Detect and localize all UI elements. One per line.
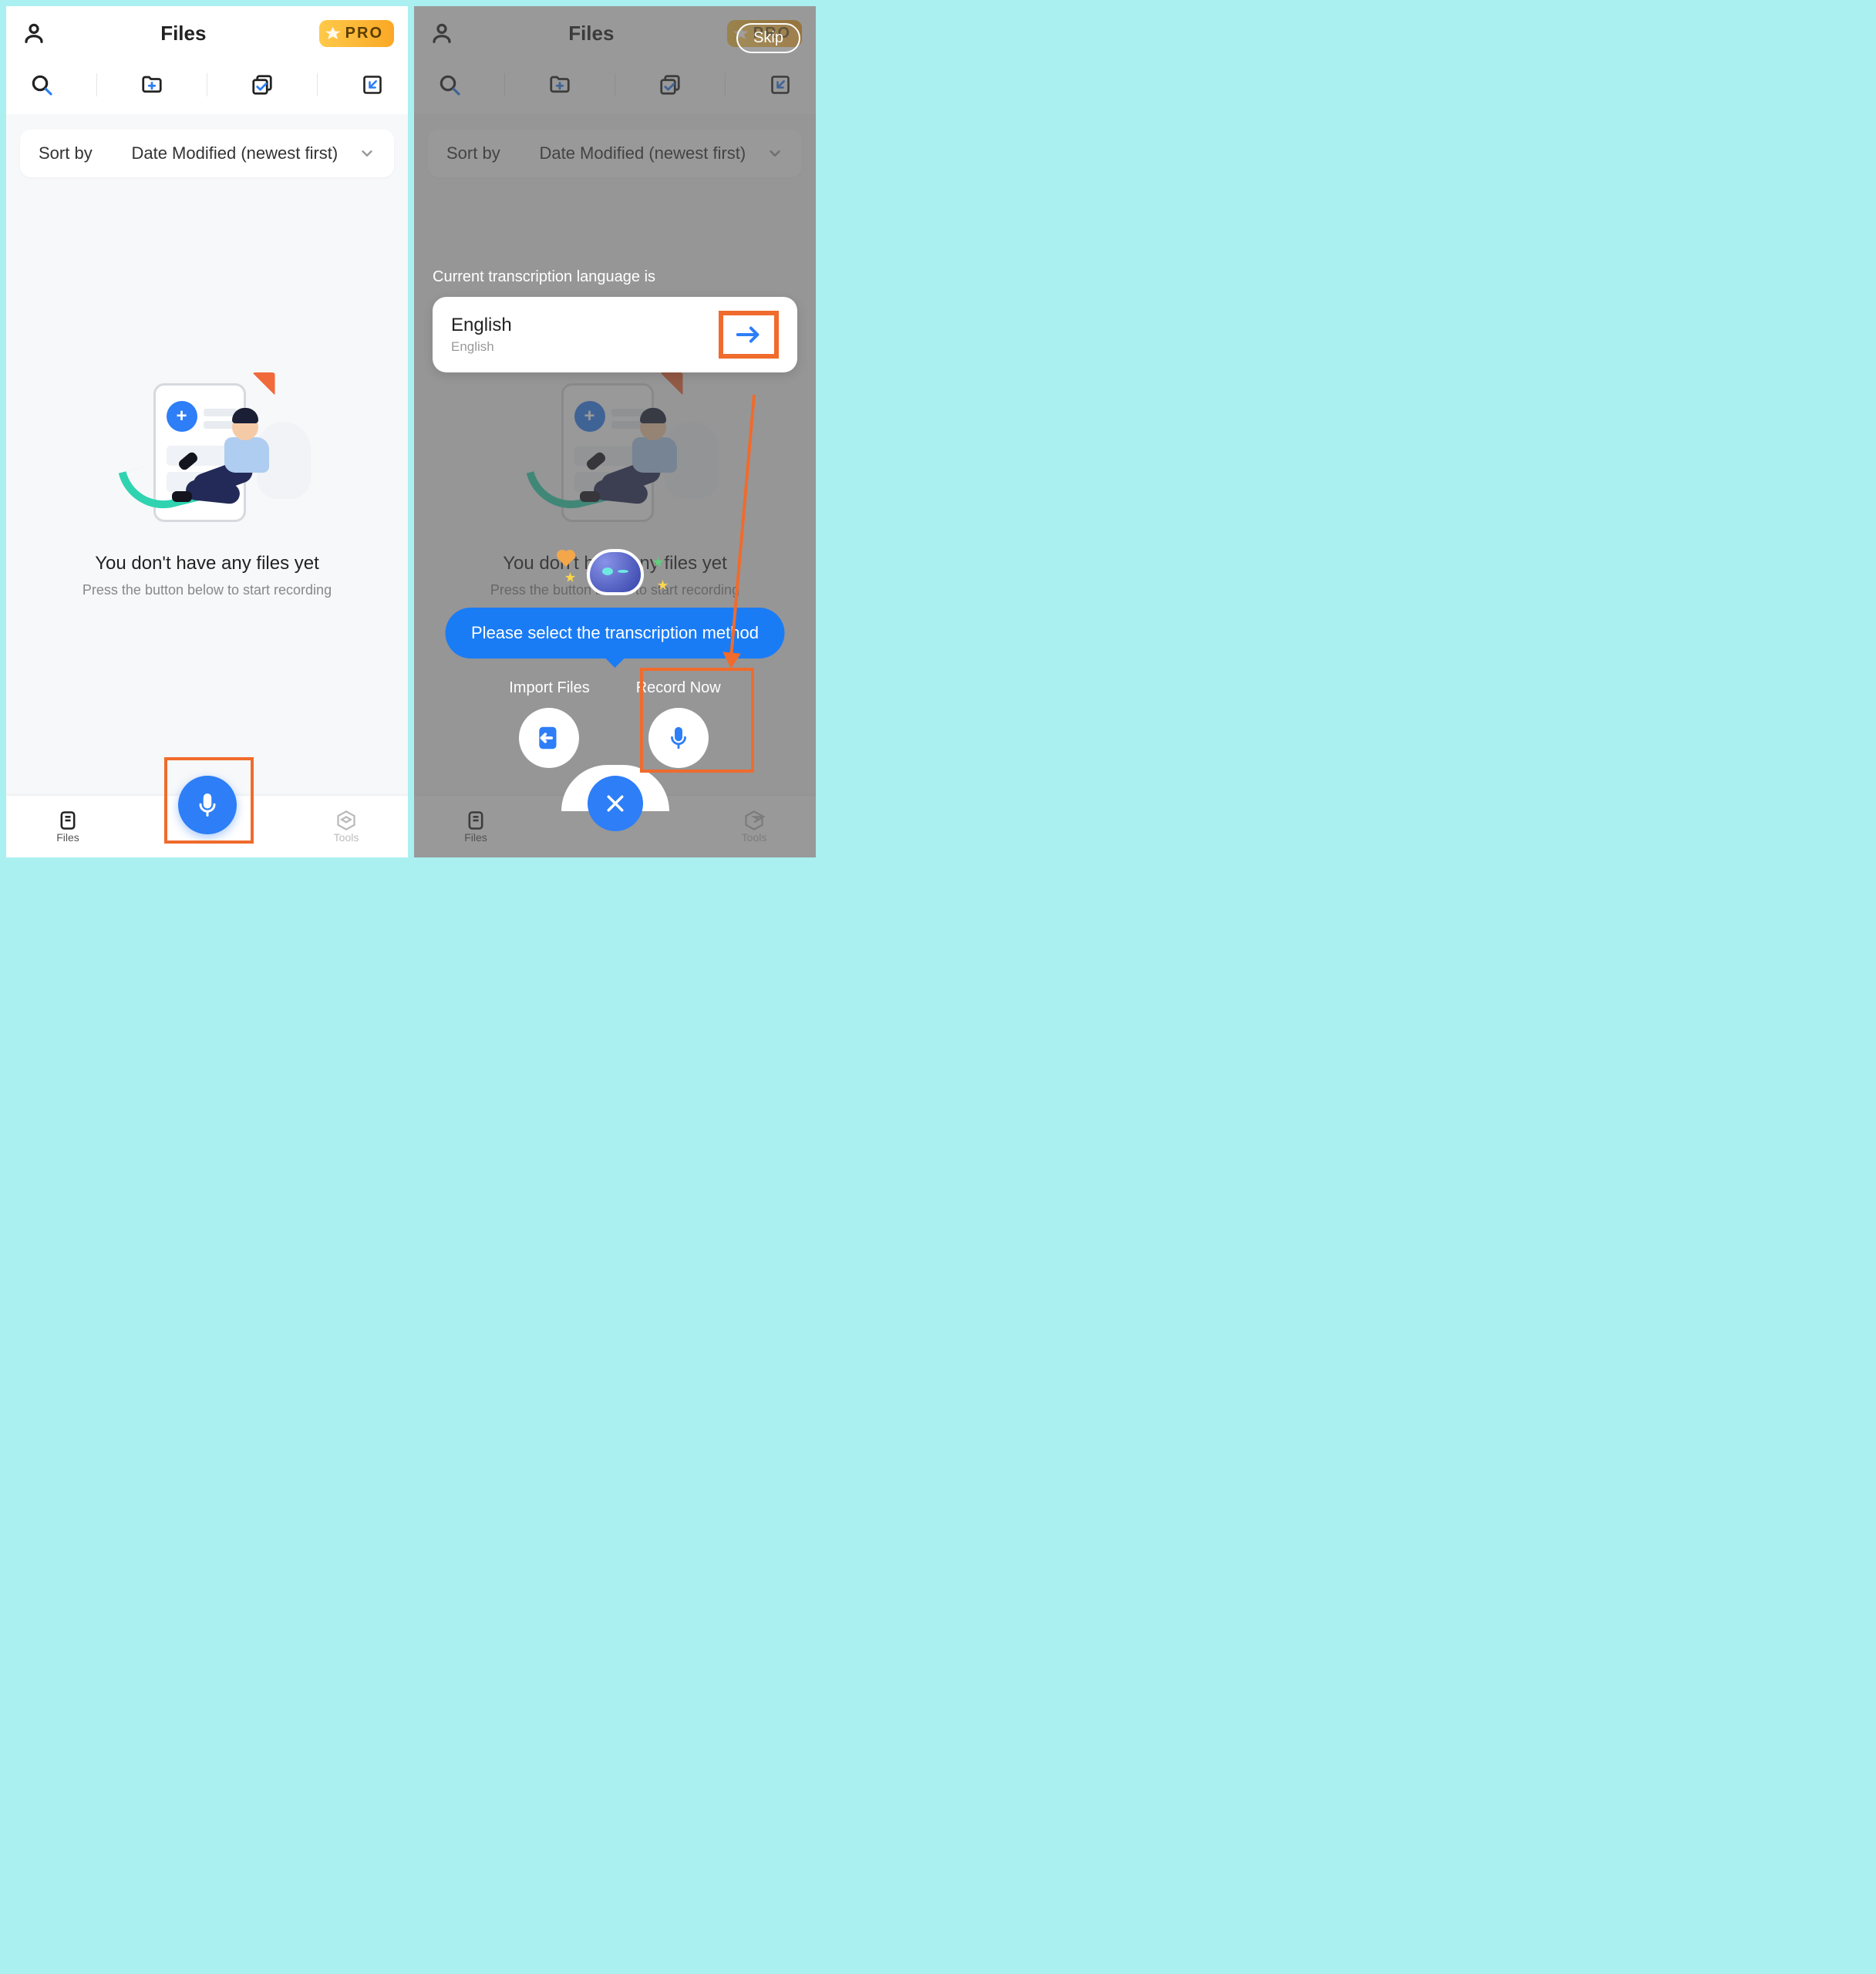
annotation-language-highlight: [719, 311, 779, 359]
empty-subtitle: Press the button below to start recordin…: [83, 582, 332, 598]
empty-title: You don't have any files yet: [95, 553, 319, 574]
pro-badge[interactable]: PRO: [319, 20, 394, 47]
language-sub: English: [451, 339, 719, 355]
close-button[interactable]: [588, 776, 643, 831]
nav-tools-label: Tools: [334, 831, 359, 844]
empty-illustration: +: [107, 376, 308, 530]
screen-left: Files PRO Sort by Date Modified (newest …: [6, 6, 408, 857]
nav-files[interactable]: Files: [37, 810, 99, 844]
new-folder-icon[interactable]: [136, 69, 167, 100]
import-files-label: Import Files: [509, 679, 589, 697]
sort-dropdown[interactable]: Sort by Date Modified (newest first): [20, 130, 394, 177]
search-icon[interactable]: [26, 69, 57, 100]
method-row: Import Files Record Now: [414, 679, 816, 768]
empty-state: + You don't have any files yet Press the…: [6, 177, 408, 796]
annotation-record-now-highlight: [640, 668, 754, 773]
topbar: Files PRO: [6, 6, 408, 60]
sort-label: Sort by: [39, 143, 93, 163]
divider: [317, 73, 318, 96]
language-heading: Current transcription language is: [433, 268, 797, 286]
sort-value: Date Modified (newest first): [111, 143, 359, 163]
chevron-down-icon: [359, 145, 376, 162]
import-files-option[interactable]: Import Files: [509, 679, 589, 768]
import-files-icon: [519, 708, 579, 768]
language-card[interactable]: English English: [433, 297, 797, 372]
skip-button[interactable]: Skip: [736, 23, 800, 53]
annotation-arrow: [720, 390, 766, 675]
language-section: Current transcription language is Englis…: [433, 268, 797, 372]
profile-icon[interactable]: [20, 19, 48, 47]
import-icon[interactable]: [357, 69, 388, 100]
language-name: English: [451, 315, 719, 336]
multiselect-icon[interactable]: [247, 69, 278, 100]
page-title: Files: [48, 22, 319, 45]
screen-right: Files PRO Sort by Date Modified (newest …: [414, 6, 816, 857]
nav-files-label: Files: [56, 831, 79, 844]
divider: [96, 73, 97, 96]
nav-tools[interactable]: Tools: [315, 810, 377, 844]
annotation-record-highlight: [164, 757, 254, 844]
toolbar: [6, 60, 408, 114]
mascot-icon: [581, 549, 650, 611]
arrow-right-icon[interactable]: [736, 325, 762, 344]
